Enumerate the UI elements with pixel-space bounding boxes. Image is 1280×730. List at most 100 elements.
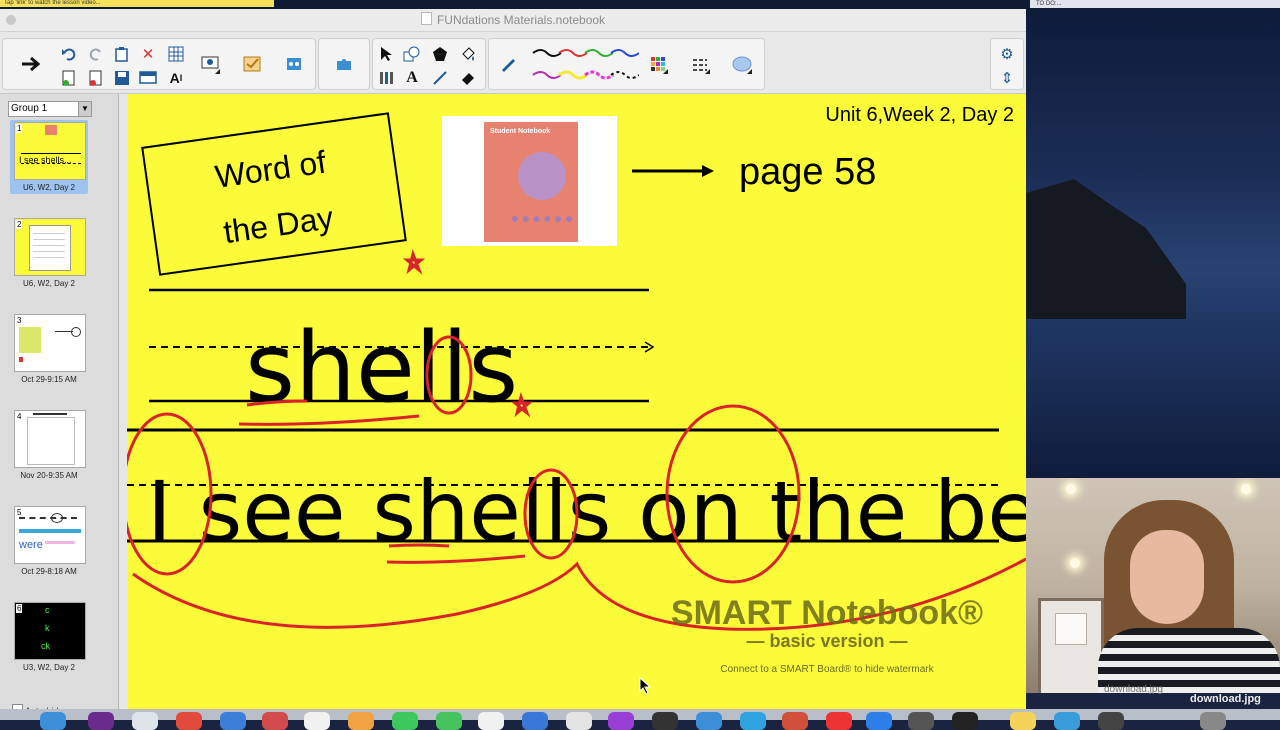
desktop-wallpaper (1026, 9, 1280, 479)
document-icon (420, 12, 432, 25)
dock-app-icon[interactable] (478, 712, 504, 730)
smart-watermark: SMART Notebook® — basic version — Connec… (657, 594, 997, 675)
text-icon[interactable]: A (401, 67, 423, 89)
ceiling-light (1241, 484, 1251, 494)
background-app-strip: Tap 'link' to watch the lesson video... … (0, 0, 1280, 9)
dock-app-icon[interactable] (740, 712, 766, 730)
dock-app-icon[interactable] (304, 712, 330, 730)
redo-icon[interactable] (85, 43, 107, 65)
group-select-value: Group 1 (11, 103, 48, 114)
page-caption: U6, W2, Day 2 (22, 183, 75, 192)
dock-app-icon[interactable] (696, 712, 722, 730)
page-thumbnail-6[interactable]: 6 c k ck U3, W2, Day 2 (10, 602, 88, 672)
delete-page-icon[interactable] (85, 67, 107, 89)
screen-shade-icon[interactable] (137, 67, 159, 89)
dock-app-icon[interactable] (436, 712, 462, 730)
delete-icon[interactable]: ✕ (137, 43, 159, 65)
page-caption: U3, W2, Day 2 (22, 663, 75, 672)
dock-app-icon[interactable] (176, 712, 202, 730)
page-thumbnail-2[interactable]: 2 U6, W2, Day 2 (10, 218, 88, 288)
activity-icon[interactable] (241, 53, 263, 75)
eraser-icon[interactable] (457, 67, 479, 89)
dock-app-icon[interactable] (88, 712, 114, 730)
dock-app-icon[interactable] (908, 712, 934, 730)
undo-icon[interactable] (58, 43, 80, 65)
polygon-icon[interactable] (429, 43, 451, 65)
shape-icon[interactable] (401, 43, 423, 65)
dock-app-icon[interactable] (392, 712, 418, 730)
toolbar-group-addons (318, 38, 370, 90)
watermark-note: Connect to a SMART Board® to hide waterm… (720, 664, 934, 675)
text-format-icon[interactable]: AI (165, 67, 187, 89)
red-annotations (127, 248, 1026, 631)
page-number-label: page 58 (739, 151, 877, 193)
word-shells: shells (245, 312, 518, 424)
window-titlebar[interactable]: FUNdations Materials.notebook (0, 9, 1026, 32)
dock-app-icon[interactable] (132, 712, 158, 730)
toolbar-group-properties: ⚙ ⇕ (990, 38, 1024, 90)
dock-app-icon[interactable] (1098, 712, 1124, 730)
webcam-label: download.jpg (1190, 693, 1261, 705)
background-todo-note: TO DO:... (1030, 0, 1280, 8)
expand-icon[interactable]: ⇕ (996, 67, 1018, 89)
page-caption: U6, W2, Day 2 (22, 279, 75, 288)
next-page-icon[interactable] (11, 41, 51, 87)
dock-app-icon[interactable] (652, 712, 678, 730)
dock-app-icon[interactable] (220, 712, 246, 730)
sentence-text: I see shells on the beach. (147, 463, 1026, 561)
dock-app-icon[interactable] (262, 712, 288, 730)
doc-camera-icon[interactable] (199, 53, 221, 75)
mouse-cursor-icon (639, 677, 652, 695)
page-thumbnail-4[interactable]: 4 Nov 20-9:35 AM (10, 410, 88, 480)
puzzle-icon[interactable] (333, 53, 355, 75)
pen-icon[interactable] (497, 53, 519, 75)
line-style-icon[interactable] (689, 53, 711, 75)
page-thumbnail-1[interactable]: 1 I see shells... U6, W2, Day 2 (10, 120, 88, 194)
dock-app-icon[interactable] (1010, 712, 1036, 730)
fill-icon[interactable] (457, 43, 479, 65)
dock-app-icon[interactable] (566, 712, 592, 730)
table-icon[interactable] (165, 43, 187, 65)
dock-app-icon[interactable] (826, 712, 852, 730)
pen-swatches[interactable] (529, 43, 639, 87)
toolbar-group-pens (488, 38, 765, 90)
watermark-title: SMART Notebook® (670, 594, 984, 632)
window-title: FUNdations Materials.notebook (436, 13, 606, 27)
add-on-icon[interactable] (283, 53, 305, 75)
dock-app-icon[interactable] (782, 712, 808, 730)
webcam-label-shadow: download.jpg (1104, 684, 1163, 695)
select-icon[interactable] (375, 43, 397, 65)
line-icon[interactable] (429, 67, 451, 89)
save-icon[interactable] (111, 67, 133, 89)
toolbar-group-tools: A (372, 38, 486, 90)
page-caption: Oct 29-9:15 AM (21, 375, 77, 384)
toolbar: ✕ AI A ⚙ ⇕ (0, 32, 1026, 94)
background-note: Tap 'link' to watch the lesson video... (0, 0, 274, 7)
color-palette-icon[interactable] (647, 53, 669, 75)
dock-app-icon[interactable] (40, 712, 66, 730)
settings-icon[interactable]: ⚙ (996, 43, 1018, 65)
background-door (1038, 598, 1104, 693)
shape-recognition-icon[interactable] (731, 53, 753, 75)
wallpaper-rock (1026, 179, 1186, 319)
dock-app-icon[interactable] (348, 712, 374, 730)
whiteboard-canvas[interactable]: Unit 6,Week 2, Day 2 Word of the Day Stu… (127, 94, 1026, 709)
paste-icon[interactable] (111, 43, 133, 65)
ceiling-light (1070, 558, 1080, 568)
dock-app-icon[interactable] (952, 712, 978, 730)
ceiling-light (1066, 484, 1076, 494)
dock-trash-icon[interactable] (1200, 712, 1226, 730)
page-thumbnail-5[interactable]: 5 were Oct 29-8:18 AM (10, 506, 88, 576)
group-select[interactable]: Group 1 ▼ (8, 101, 92, 117)
window-close-icon[interactable] (6, 15, 16, 25)
page-thumbnail-3[interactable]: 3 Oct 29-9:15 AM (10, 314, 88, 384)
page-caption: Nov 20-9:35 AM (20, 471, 78, 480)
dock-app-icon[interactable] (608, 712, 634, 730)
dock-app-icon[interactable] (522, 712, 548, 730)
new-page-icon[interactable] (58, 67, 80, 89)
webcam-feed (1026, 478, 1280, 693)
dock-app-icon[interactable] (866, 712, 892, 730)
dock-app-icon[interactable] (1054, 712, 1080, 730)
creative-pen-icon[interactable] (375, 67, 397, 89)
app-window: FUNdations Materials.notebook ✕ A I A ⚙ … (0, 9, 1026, 716)
